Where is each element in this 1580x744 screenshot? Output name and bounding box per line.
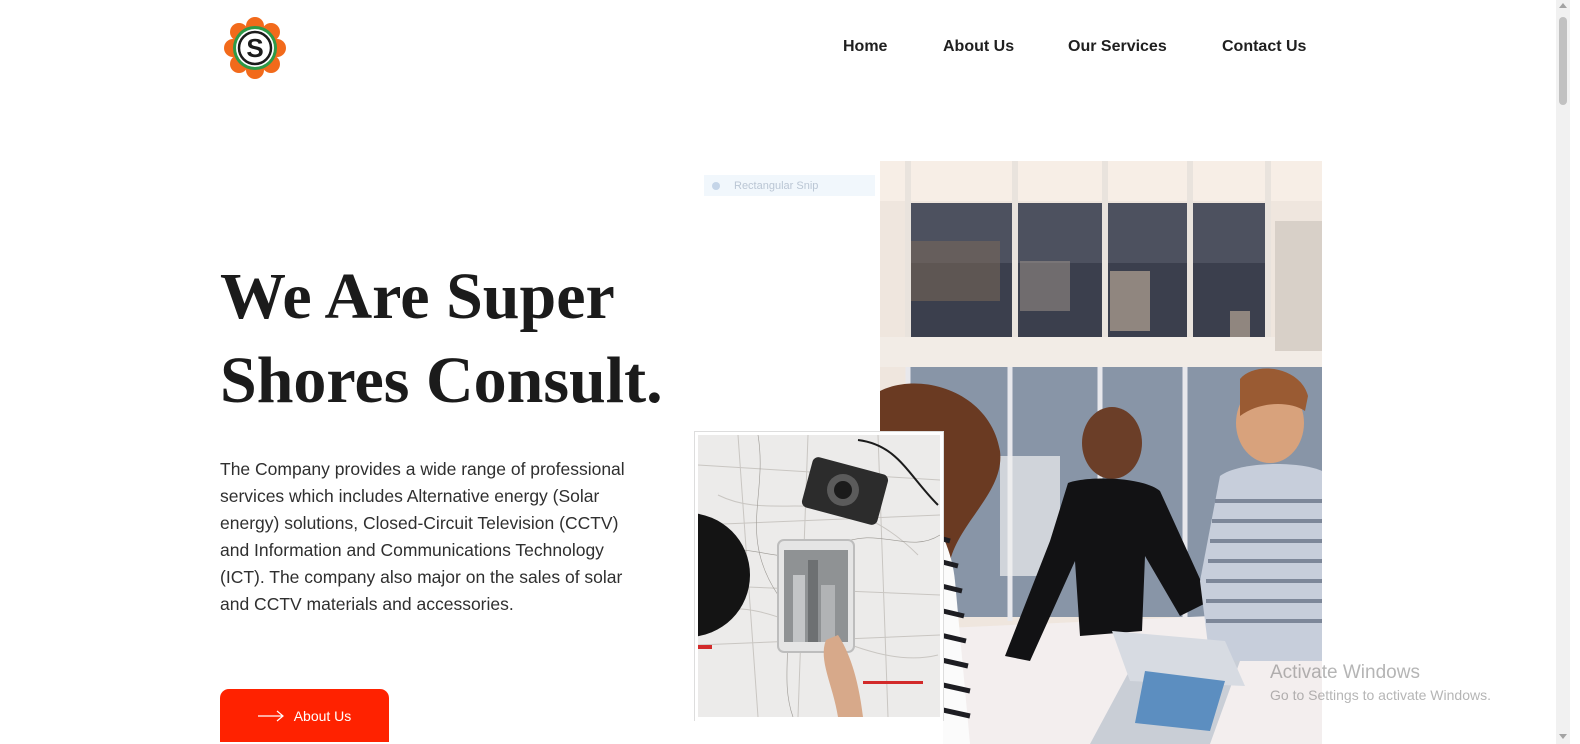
hero-title-line-2: Shores Consult. — [220, 344, 663, 417]
rectangular-snip-overlay[interactable]: Rectangular Snip — [704, 175, 875, 196]
site-logo[interactable]: S — [224, 17, 286, 79]
map-camera-tablet-photo — [695, 432, 943, 720]
snip-label: Rectangular Snip — [734, 179, 819, 192]
about-us-button[interactable]: About Us — [220, 689, 389, 742]
watermark-title: Activate Windows — [1270, 662, 1420, 683]
about-us-button-label: About Us — [293, 707, 352, 724]
nav-about-us[interactable]: About Us — [943, 38, 1014, 56]
scroll-thumb[interactable] — [1559, 17, 1567, 105]
office-team-photo — [880, 161, 1322, 744]
hero-description: The Company provides a wide range of pro… — [220, 459, 625, 614]
nav-contact-us[interactable]: Contact Us — [1222, 38, 1306, 56]
snip-icon — [712, 181, 720, 190]
vertical-scrollbar[interactable] — [1556, 0, 1570, 744]
logo-letter: S — [246, 33, 263, 63]
hero-title: We Are Super Shores Consult. — [220, 255, 720, 423]
scroll-up-arrow-icon[interactable] — [1559, 3, 1567, 8]
scroll-down-arrow-icon[interactable] — [1559, 734, 1567, 739]
super-shores-logo-icon: S — [224, 17, 286, 79]
nav-our-services[interactable]: Our Services — [1068, 38, 1167, 56]
arrow-right-icon — [257, 710, 284, 721]
watermark-subtitle: Go to Settings to activate Windows. — [1270, 687, 1491, 703]
activate-windows-watermark: Activate Windows Go to Settings to activ… — [1270, 662, 1491, 703]
hero-title-line-1: We Are Super — [220, 260, 615, 333]
photo-frame-bottom — [695, 719, 943, 744]
nav-home[interactable]: Home — [843, 38, 887, 56]
